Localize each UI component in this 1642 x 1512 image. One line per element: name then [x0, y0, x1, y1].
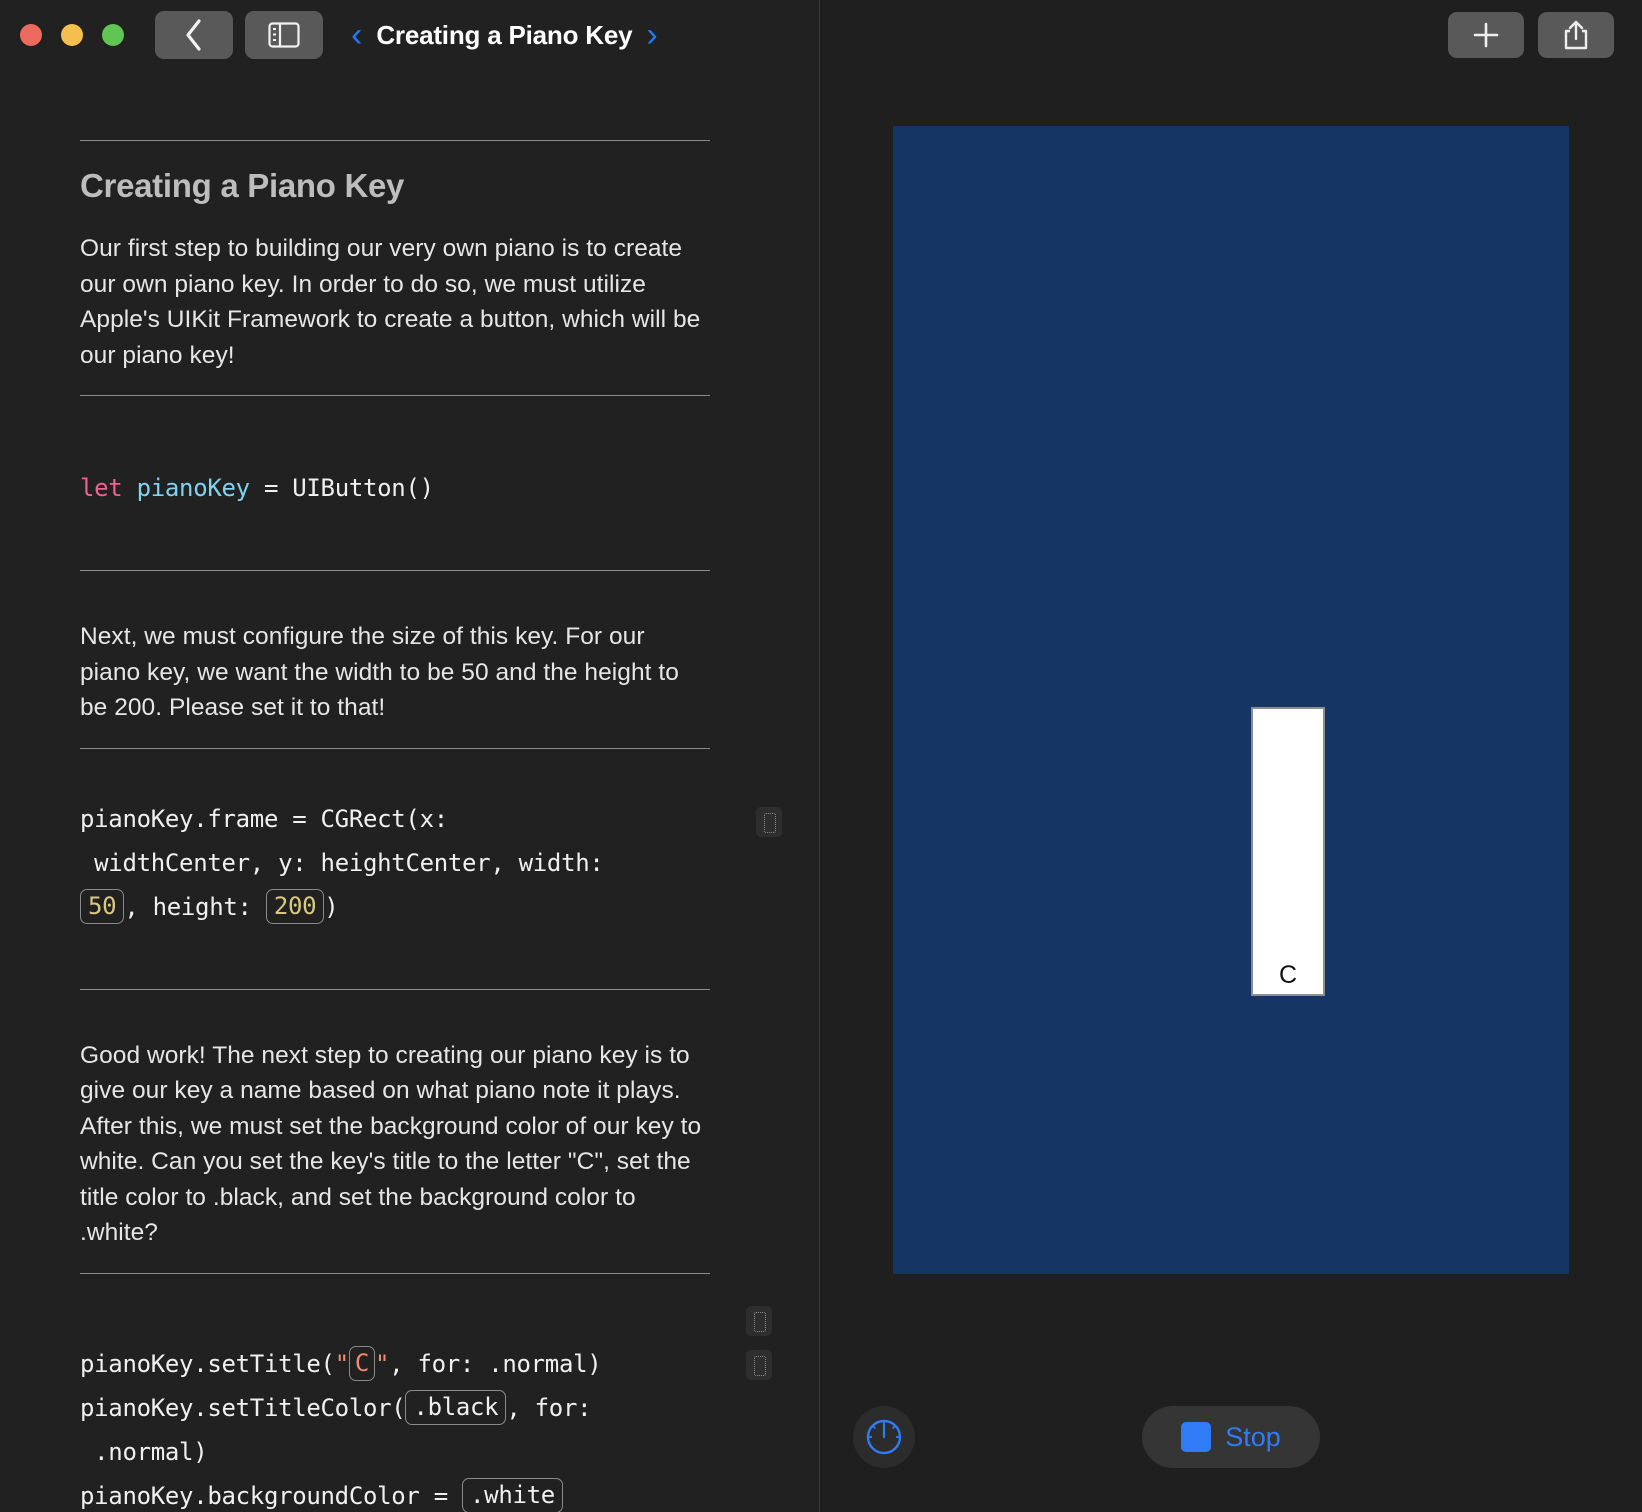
close-window-button[interactable] — [20, 24, 42, 46]
code-keyword-let: let — [80, 474, 137, 502]
code-text: .normal) — [80, 1437, 208, 1466]
code-line: pianoKey.setTitleColor(.black, for: — [80, 1386, 720, 1430]
execution-speed-button[interactable] — [853, 1406, 915, 1468]
code-line: 50, height: 200) — [80, 885, 720, 929]
sidebar-toggle-button[interactable] — [245, 11, 323, 59]
piano-key-button[interactable]: C — [1251, 707, 1325, 996]
page-title: Creating a Piano Key — [376, 19, 633, 50]
simulator-container: C — [820, 70, 1642, 1362]
editable-value-background-color[interactable]: .white — [462, 1478, 563, 1512]
lesson-paragraph-1: Our first step to building our very own … — [80, 235, 701, 369]
lesson-paragraph-2: Next, we must configure the size of this… — [80, 623, 679, 721]
code-block-2[interactable]: pianoKey.frame = CGRect(x: widthCenter, … — [80, 797, 782, 929]
editable-value-title[interactable]: C — [348, 1346, 375, 1381]
live-view-pane: C Stop — [820, 0, 1642, 1512]
previous-page-button[interactable]: ‹ — [351, 18, 362, 52]
speedometer-icon — [866, 1419, 902, 1455]
swift-playgrounds-window: ‹ Creating a Piano Key › Creating a Pian… — [0, 0, 1642, 1512]
stop-square-icon — [1181, 1422, 1212, 1452]
code-text: , height: — [124, 892, 266, 921]
divider — [80, 395, 710, 396]
code-line: pianoKey.setTitle(" C ", for: .normal) — [80, 1342, 772, 1386]
page-navigation: ‹ Creating a Piano Key › — [351, 18, 658, 52]
lesson-content: Creating a Piano Key Our first step to b… — [0, 70, 819, 1512]
editable-value-title-color[interactable]: .black — [405, 1390, 507, 1425]
code-identifier-pianokey: pianoKey — [136, 474, 251, 502]
code-quote: " — [334, 1349, 349, 1378]
minimize-window-button[interactable] — [61, 24, 83, 46]
traffic-light-buttons — [20, 24, 124, 46]
editable-value-height[interactable]: 200 — [265, 889, 325, 924]
code-quote: " — [375, 1349, 390, 1378]
code-line: .normal) — [80, 1305, 772, 1474]
divider — [80, 988, 710, 990]
window-titlebar-right — [820, 0, 1642, 70]
divider — [80, 747, 710, 749]
code-text: = UIButton() — [249, 474, 434, 502]
piano-key-label: C — [1278, 961, 1298, 989]
sidebar-icon — [268, 22, 300, 48]
code-block-1[interactable]: let pianoKey = UIButton() — [80, 466, 720, 510]
code-text: pianoKey.backgroundColor = — [80, 1481, 463, 1510]
live-preview-canvas[interactable]: C — [893, 126, 1569, 1274]
stop-button[interactable]: Stop — [1142, 1406, 1320, 1468]
plus-icon — [1473, 22, 1499, 48]
next-page-button[interactable]: › — [646, 18, 657, 52]
lesson-heading: Creating a Piano Key — [80, 167, 405, 204]
code-text: widthCenter, y: heightCenter, width: — [80, 848, 604, 877]
editable-value-width[interactable]: 50 — [80, 889, 125, 924]
code-line: widthCenter, y: heightCenter, width: — [80, 806, 782, 885]
code-text: ) — [324, 892, 339, 921]
code-text: pianoKey.setTitle( — [80, 1349, 335, 1378]
divider — [80, 570, 710, 571]
drag-handle[interactable] — [746, 1305, 772, 1336]
add-button[interactable] — [1448, 12, 1524, 58]
stop-button-label: Stop — [1225, 1421, 1281, 1452]
code-text: , for: — [506, 1393, 592, 1422]
back-button[interactable] — [155, 11, 233, 59]
share-icon — [1564, 20, 1588, 50]
divider — [80, 1272, 710, 1274]
chevron-left-icon — [186, 19, 201, 51]
share-button[interactable] — [1538, 12, 1614, 58]
code-line: pianoKey.frame = CGRect(x: — [80, 804, 448, 833]
drag-handle[interactable] — [756, 806, 782, 837]
lesson-paragraph-3: Good work! The next step to creating our… — [80, 1041, 702, 1247]
live-view-toolbar: Stop — [820, 1362, 1642, 1512]
code-text: pianoKey.setTitleColor( — [80, 1393, 406, 1422]
maximize-window-button[interactable] — [102, 24, 124, 46]
code-block-3[interactable]: pianoKey.setTitle(" C ", for: .normal) pian… — [80, 1305, 772, 1512]
drag-handle[interactable] — [746, 1349, 772, 1380]
code-line: pianoKey.backgroundColor = .white — [80, 1349, 772, 1512]
window-titlebar-left: ‹ Creating a Piano Key › — [0, 0, 819, 70]
lesson-pane: ‹ Creating a Piano Key › Creating a Pian… — [0, 0, 820, 1512]
divider — [80, 140, 710, 141]
code-text: , for: .normal) — [389, 1349, 602, 1378]
